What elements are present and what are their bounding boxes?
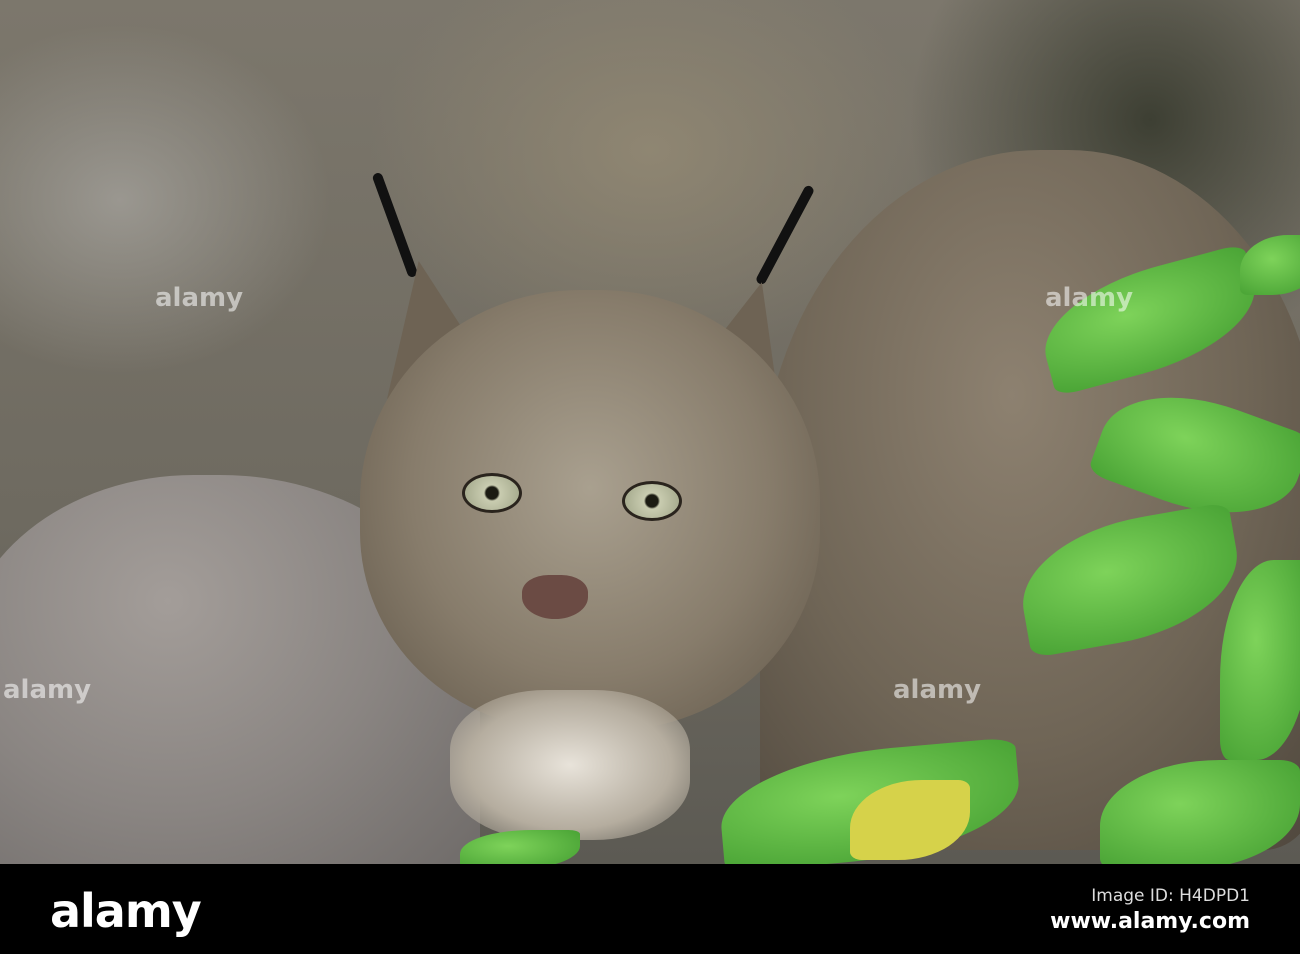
watermark: alamy [3,675,92,705]
alamy-logo: alamy [50,884,202,938]
watermark: alamy [1045,283,1134,313]
website-link[interactable]: www.alamy.com [1050,909,1250,934]
stock-photo-lynx: alamy alamy alamy alamy [0,0,1300,864]
right-ear-tuft [754,184,816,286]
nose [522,575,588,619]
watermark: alamy [155,283,244,313]
right-eye [622,481,682,521]
lynx-head [360,290,820,730]
leaf [1240,235,1300,295]
watermark: alamy [893,675,982,705]
footer-bar: alamy Image ID: H4DPD1 www.alamy.com [0,864,1300,954]
chest-fur [450,690,690,840]
image-id: Image ID: H4DPD1 [1091,886,1250,906]
left-eye [462,473,522,513]
